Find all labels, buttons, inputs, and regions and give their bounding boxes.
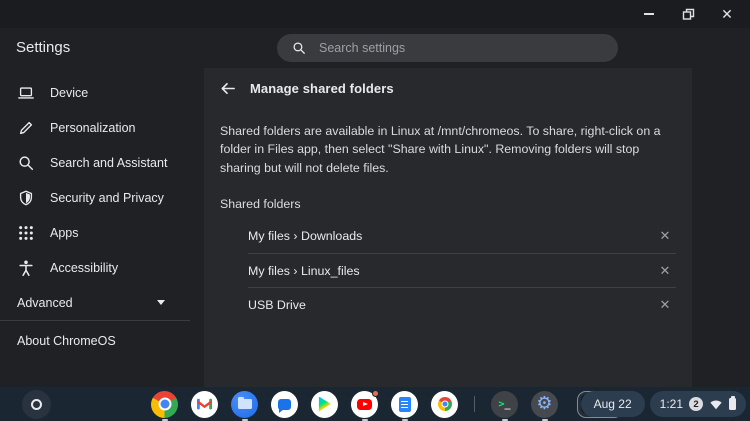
messages-icon — [271, 391, 298, 418]
time-label: 1:21 — [660, 397, 683, 411]
sidebar-item-security-privacy[interactable]: Security and Privacy — [0, 180, 204, 215]
chromeos-settings-window: ✕ Settings Search settings Device Person… — [0, 0, 750, 421]
page-description: Shared folders are available in Linux at… — [220, 122, 678, 177]
shared-folder-row: USB Drive ✕ — [248, 287, 676, 321]
status-area: Aug 22 1:21 2 — [581, 391, 746, 417]
shelf-app-terminal[interactable]: >_ — [491, 391, 518, 418]
close-button[interactable]: ✕ — [720, 7, 734, 21]
sidebar-item-device[interactable]: Device — [0, 75, 204, 110]
shelf: >_ ⚙ Aug 22 1:21 — [0, 387, 750, 421]
remove-folder-button[interactable]: ✕ — [654, 294, 676, 316]
content-panel: Manage shared folders Shared folders are… — [204, 68, 692, 387]
close-x-icon: ✕ — [660, 297, 671, 313]
arrow-back-icon — [219, 80, 236, 97]
date-label: Aug 22 — [594, 397, 632, 411]
chrome-icon — [151, 391, 178, 418]
shield-icon — [17, 189, 35, 207]
folder-name: My files › Linux_files — [248, 264, 360, 278]
advanced-label: Advanced — [17, 296, 73, 310]
files-icon — [231, 391, 258, 418]
restore-icon — [682, 8, 695, 21]
folder-name: My files › Downloads — [248, 229, 362, 243]
sidebar-item-label: Search and Assistant — [50, 156, 167, 170]
sidebar-item-label: Accessibility — [50, 261, 118, 275]
sidebar-item-label: Security and Privacy — [50, 191, 164, 205]
subpage-header: Manage shared folders — [204, 68, 692, 108]
system-tray-button[interactable]: 1:21 2 — [650, 391, 746, 417]
shared-folders-label: Shared folders — [220, 197, 676, 211]
shelf-app-files[interactable] — [231, 391, 258, 418]
close-x-icon: ✕ — [660, 263, 671, 279]
shelf-app-messages[interactable] — [271, 391, 298, 418]
remove-folder-button[interactable]: ✕ — [654, 225, 676, 247]
sidebar-item-personalization[interactable]: Personalization — [0, 110, 204, 145]
minimize-icon — [644, 13, 654, 15]
accessibility-icon — [17, 259, 35, 277]
shelf-app-chrome[interactable] — [151, 391, 178, 418]
settings-gear-icon: ⚙ — [531, 391, 558, 418]
battery-icon — [729, 398, 736, 410]
play-store-icon — [311, 391, 338, 418]
remove-folder-button[interactable]: ✕ — [654, 260, 676, 282]
search-settings-input[interactable]: Search settings — [277, 34, 618, 62]
shelf-app-docs[interactable] — [391, 391, 418, 418]
notification-dot — [372, 390, 379, 397]
shared-folder-row: My files › Linux_files ✕ — [248, 253, 676, 287]
shelf-app-youtube[interactable] — [351, 391, 378, 418]
restore-button[interactable] — [681, 7, 695, 21]
about-label: About ChromeOS — [17, 334, 116, 348]
sidebar-item-search-assistant[interactable]: Search and Assistant — [0, 145, 204, 180]
sidebar-item-label: Personalization — [50, 121, 135, 135]
apps-grid-icon — [17, 224, 35, 242]
shelf-app-chrome-app[interactable] — [431, 391, 458, 418]
laptop-icon — [17, 84, 35, 102]
window-titlebar: ✕ — [0, 0, 750, 28]
close-icon: ✕ — [721, 7, 733, 21]
shelf-apps: >_ ⚙ — [151, 391, 623, 418]
sidebar-item-accessibility[interactable]: Accessibility — [0, 250, 204, 285]
shelf-app-settings[interactable]: ⚙ — [531, 391, 558, 418]
shelf-app-gmail[interactable] — [191, 391, 218, 418]
sidebar-item-apps[interactable]: Apps — [0, 215, 204, 250]
back-button[interactable] — [216, 77, 238, 99]
page-title: Manage shared folders — [250, 81, 394, 96]
sidebar-item-label: Apps — [50, 226, 79, 240]
sidebar-item-label: Device — [50, 86, 88, 100]
search-icon — [292, 41, 306, 55]
chevron-down-icon — [157, 300, 165, 305]
sidebar-item-about-chromeos[interactable]: About ChromeOS — [0, 321, 204, 361]
sidebar-advanced-toggle[interactable]: Advanced — [0, 285, 204, 320]
wifi-icon — [709, 398, 723, 410]
date-tray-button[interactable]: Aug 22 — [581, 391, 645, 417]
gmail-icon — [191, 391, 218, 418]
search-placeholder: Search settings — [319, 41, 405, 55]
search-icon — [17, 154, 35, 172]
shared-folders-list: My files › Downloads ✕ My files › Linux_… — [248, 219, 676, 321]
minimize-button[interactable] — [642, 7, 656, 21]
chrome-app-icon — [431, 391, 458, 418]
shelf-separator — [474, 396, 475, 412]
launcher-button[interactable] — [22, 390, 51, 419]
sidebar: Device Personalization Search and Assist… — [0, 68, 204, 387]
notification-count-badge: 2 — [689, 397, 703, 411]
shared-folder-row: My files › Downloads ✕ — [248, 219, 676, 253]
launcher-icon — [31, 399, 42, 410]
pen-icon — [17, 119, 35, 137]
app-title: Settings — [16, 28, 70, 68]
terminal-icon: >_ — [491, 391, 518, 418]
folder-name: USB Drive — [248, 298, 306, 312]
window-controls: ✕ — [642, 0, 734, 28]
close-x-icon: ✕ — [660, 228, 671, 244]
docs-icon — [391, 391, 418, 418]
shelf-app-play-store[interactable] — [311, 391, 338, 418]
